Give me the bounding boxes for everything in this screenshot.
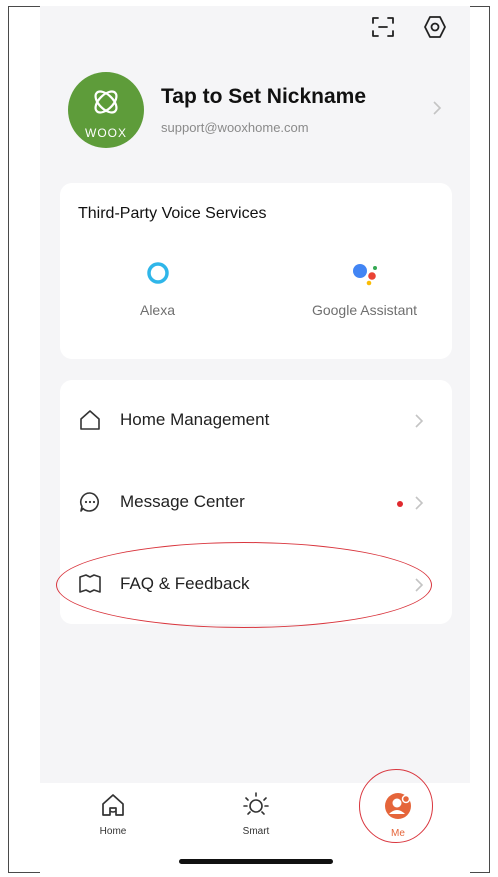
- email: support@wooxhome.com: [161, 120, 309, 135]
- alexa-label: Alexa: [139, 302, 176, 318]
- menu-item-label: Home Management: [120, 410, 270, 429]
- home-tab-icon: [102, 794, 124, 816]
- voice-services-title: Third-Party Voice Services: [78, 205, 267, 222]
- menu-item-faq-feedback[interactable]: FAQ & Feedback: [60, 544, 452, 624]
- menu-item-label: FAQ & Feedback: [120, 574, 250, 593]
- tab-home[interactable]: Home: [73, 791, 153, 837]
- menu-item-message-center[interactable]: Message Center: [60, 462, 452, 542]
- chevron-right-icon: [415, 496, 424, 510]
- alexa-icon: [146, 262, 169, 284]
- chevron-right-icon: [415, 414, 424, 428]
- chevron-right-icon[interactable]: [432, 100, 442, 116]
- scan-icon[interactable]: [370, 14, 396, 40]
- person-icon: [385, 793, 411, 819]
- settings-icon[interactable]: [422, 14, 448, 40]
- home-indicator: [179, 859, 333, 864]
- voice-services-card: Third-Party Voice Services Alexa Google …: [60, 183, 452, 359]
- google-assistant-icon: [352, 264, 377, 286]
- google-assistant-label: Google Assistant: [311, 302, 418, 318]
- nickname[interactable]: Tap to Set Nickname: [161, 85, 366, 109]
- tab-label: Me: [391, 828, 405, 839]
- alexa-service[interactable]: Alexa: [110, 259, 205, 318]
- sun-icon: [243, 792, 269, 815]
- house-icon: [80, 410, 100, 430]
- menu-item-label: Message Center: [120, 492, 245, 511]
- google-assistant-service[interactable]: Google Assistant: [282, 259, 447, 318]
- tab-me[interactable]: Me: [358, 791, 438, 839]
- tab-label: Home: [99, 826, 127, 837]
- tab-label: Smart: [242, 826, 270, 837]
- chevron-right-icon: [415, 578, 424, 592]
- avatar[interactable]: WOOX: [68, 72, 144, 148]
- book-icon: [79, 574, 101, 593]
- message-icon: [79, 492, 99, 512]
- menu-card: Home Management Message Center FAQ & Fee…: [60, 380, 452, 624]
- menu-item-home-management[interactable]: Home Management: [60, 380, 452, 460]
- tab-smart[interactable]: Smart: [216, 791, 296, 837]
- unread-badge: [397, 501, 403, 507]
- avatar-text: WOOX: [85, 126, 127, 140]
